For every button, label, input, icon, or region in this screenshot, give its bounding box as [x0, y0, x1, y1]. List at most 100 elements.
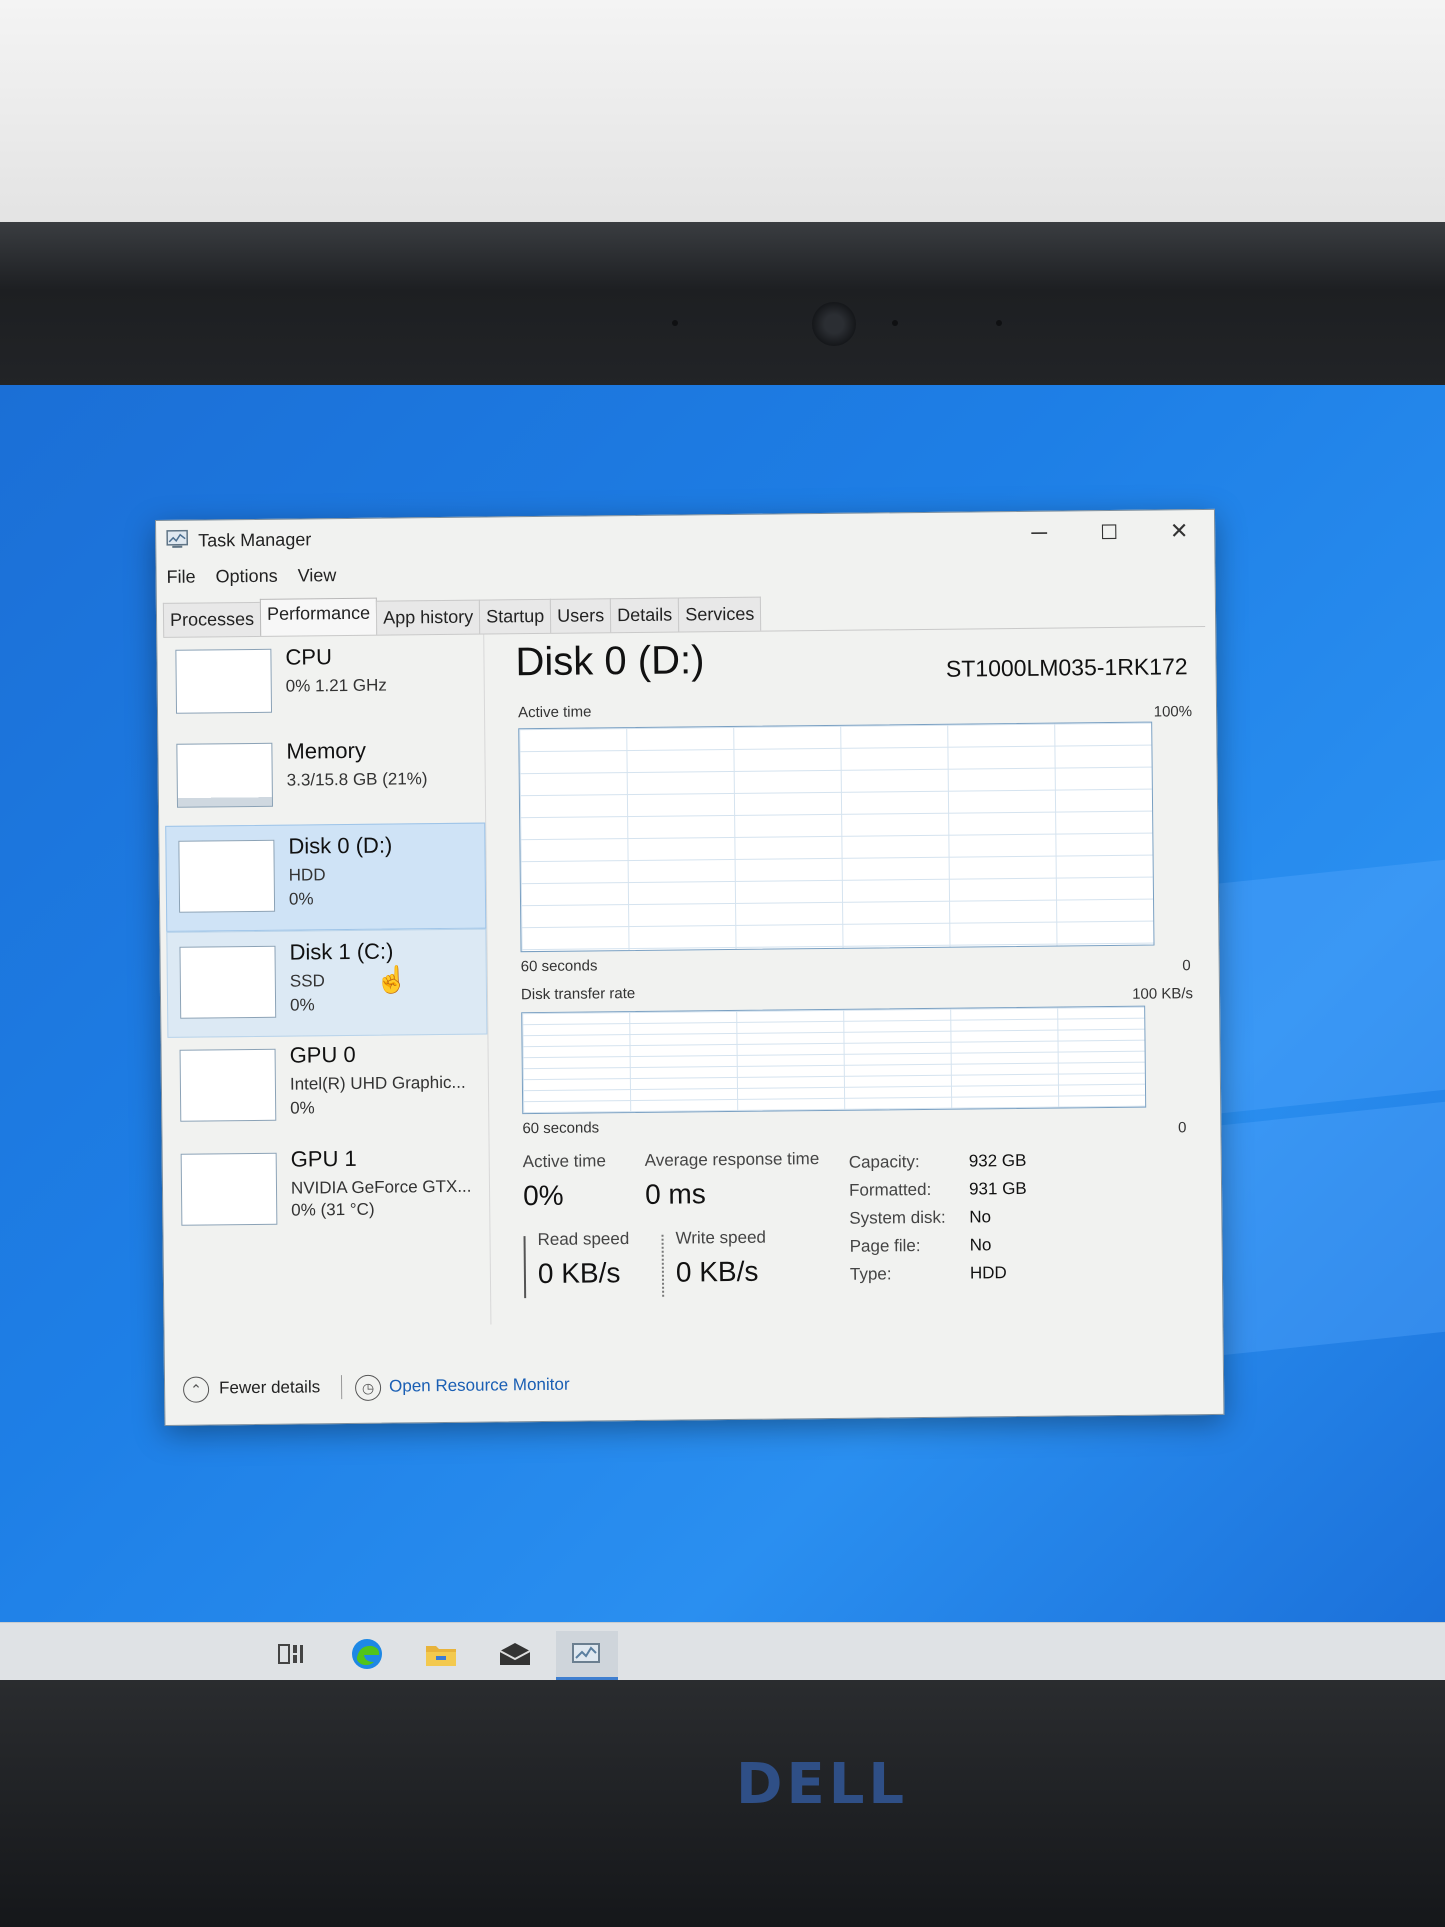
write-speed-value: 0 KB/s [675, 1255, 759, 1288]
task-manager-icon [166, 529, 190, 550]
mail-icon[interactable] [484, 1631, 546, 1677]
tab-startup[interactable]: Startup [478, 598, 552, 634]
dell-logo: DELL [736, 1752, 909, 1817]
sensor-dot [672, 320, 678, 326]
active-time-graph-time: 60 seconds [520, 957, 598, 976]
tab-app-history[interactable]: App history [375, 599, 481, 635]
webcam [812, 302, 856, 346]
sidebar-item-cpu[interactable]: CPU 0% 1.21 GHz [163, 635, 482, 742]
sidebar-item-disk1[interactable]: Disk 1 (C:) SSD 0% ☝ [166, 928, 488, 1038]
edge-browser-icon[interactable] [336, 1631, 398, 1677]
detail-value: 932 GB [968, 1150, 1027, 1171]
sidebar-item-type: HDD [288, 865, 326, 885]
minimize-button[interactable]: ─ [1004, 515, 1074, 550]
title-bar[interactable]: Task Manager ─ ☐ ✕ [156, 510, 1214, 563]
detail-value: No [969, 1207, 992, 1227]
sensor-dot [892, 320, 898, 326]
active-time-graph-label: Active time [517, 703, 592, 722]
disk-title: Disk 0 (D:) [515, 638, 705, 685]
sidebar-item-name: CPU [285, 644, 333, 670]
read-speed-label: Read speed [537, 1229, 630, 1250]
sidebar-item-gpu1[interactable]: GPU 1 NVIDIA GeForce GTX... 0% (31 °C) [168, 1137, 487, 1244]
detail-key: System disk: [849, 1207, 946, 1228]
footer: ⌃ Fewer details ◷ Open Resource Monitor [175, 1366, 875, 1409]
gpu0-mini-graph [179, 1048, 277, 1122]
task-manager-window: Task Manager ─ ☐ ✕ File Options View Pro… [155, 508, 1225, 1426]
sidebar-item-gpu0[interactable]: GPU 0 Intel(R) UHD Graphic... 0% [167, 1033, 486, 1140]
sidebar-item-name: GPU 1 [290, 1145, 357, 1172]
sidebar-item-usage: 0% [289, 995, 315, 1015]
tab-services[interactable]: Services [678, 596, 762, 632]
gpu1-mini-graph [180, 1152, 278, 1226]
active-time-graph-min: 0 [1182, 957, 1191, 975]
open-resource-monitor-link[interactable]: Open Resource Monitor [389, 1375, 570, 1397]
sidebar-item-type: SSD [289, 971, 325, 991]
sidebar-item-detail: 0% 1.21 GHz [285, 675, 387, 696]
disk-model: ST1000LM035-1RK172 [945, 653, 1188, 682]
task-manager-taskbar-icon[interactable] [556, 1631, 618, 1680]
sidebar-item-name: Memory [286, 737, 367, 764]
write-speed-label: Write speed [675, 1227, 767, 1248]
memory-mini-graph [176, 742, 274, 808]
transfer-rate-graph-max: 100 KB/s [1132, 985, 1194, 1003]
write-speed-marker [661, 1234, 665, 1297]
transfer-rate-graph-time: 60 seconds [522, 1119, 600, 1138]
transfer-rate-graph-min: 0 [1177, 1119, 1187, 1137]
sidebar-item-usage: 0% [290, 1098, 315, 1118]
avg-response-value: 0 ms [644, 1178, 706, 1210]
detail-key: Type: [849, 1264, 892, 1284]
cpu-mini-graph [175, 648, 273, 714]
laptop-bezel-bottom [0, 1680, 1445, 1927]
tab-details[interactable]: Details [610, 597, 680, 633]
transfer-rate-graph [521, 1005, 1147, 1115]
taskbar [0, 1622, 1445, 1681]
menu-file[interactable]: File [166, 567, 195, 588]
fewer-details-link[interactable]: Fewer details [219, 1377, 320, 1398]
sidebar-item-name: Disk 0 (D:) [288, 832, 393, 859]
detail-value: 931 GB [968, 1178, 1027, 1199]
window-title: Task Manager [198, 529, 312, 551]
sidebar-item-detail: 3.3/15.8 GB (21%) [286, 769, 428, 790]
task-view-icon[interactable] [260, 1631, 322, 1677]
close-button[interactable]: ✕ [1144, 514, 1214, 549]
sidebar-item-name: Disk 1 (C:) [289, 938, 394, 965]
transfer-rate-graph-label: Disk transfer rate [520, 984, 636, 1004]
laptop-bezel-top [0, 222, 1445, 392]
maximize-button[interactable]: ☐ [1074, 515, 1144, 550]
sidebar-item-detail: Intel(R) UHD Graphic... [289, 1072, 466, 1094]
detail-key: Capacity: [848, 1152, 920, 1172]
detail-key: Formatted: [848, 1179, 932, 1200]
read-speed-marker [523, 1236, 527, 1299]
sensor-dot [996, 320, 1002, 326]
resource-sidebar: CPU 0% 1.21 GHz Memory 3.3/15.8 GB (21%)… [163, 634, 492, 1328]
disk0-mini-graph [178, 839, 276, 913]
tab-users[interactable]: Users [550, 598, 612, 633]
sidebar-item-name: GPU 0 [289, 1041, 356, 1068]
menu-view[interactable]: View [298, 565, 337, 586]
sidebar-item-usage: 0% (31 °C) [291, 1199, 375, 1220]
chevron-up-icon[interactable]: ⌃ [182, 1376, 210, 1403]
read-speed-value: 0 KB/s [537, 1257, 621, 1290]
sidebar-item-memory[interactable]: Memory 3.3/15.8 GB (21%) [164, 729, 483, 836]
sidebar-item-usage: 0% [288, 889, 314, 909]
active-time-graph-max: 100% [1153, 703, 1193, 721]
detail-key: Page file: [849, 1236, 921, 1256]
tab-processes[interactable]: Processes [162, 601, 262, 637]
menu-options[interactable]: Options [216, 566, 278, 588]
background-wall [0, 0, 1445, 240]
footer-divider [340, 1375, 343, 1400]
active-time-label: Active time [522, 1151, 606, 1172]
sidebar-item-disk0[interactable]: Disk 0 (D:) HDD 0% [165, 822, 487, 932]
avg-response-label: Average response time [644, 1149, 820, 1170]
tab-performance[interactable]: Performance [259, 597, 378, 636]
detail-value: No [969, 1235, 992, 1255]
disk-detail: Disk 0 (D:) ST1000LM035-1RK172 Active ti… [515, 627, 1202, 1324]
active-time-graph [518, 721, 1155, 953]
hand-cursor-icon: ☝ [375, 964, 409, 995]
disk1-mini-graph [179, 945, 277, 1019]
resource-monitor-icon[interactable]: ◷ [354, 1374, 382, 1401]
detail-value: HDD [969, 1263, 1007, 1283]
menu-bar: File Options View [166, 565, 336, 588]
sidebar-item-detail: NVIDIA GeForce GTX... [290, 1176, 472, 1198]
file-explorer-icon[interactable] [410, 1631, 472, 1677]
